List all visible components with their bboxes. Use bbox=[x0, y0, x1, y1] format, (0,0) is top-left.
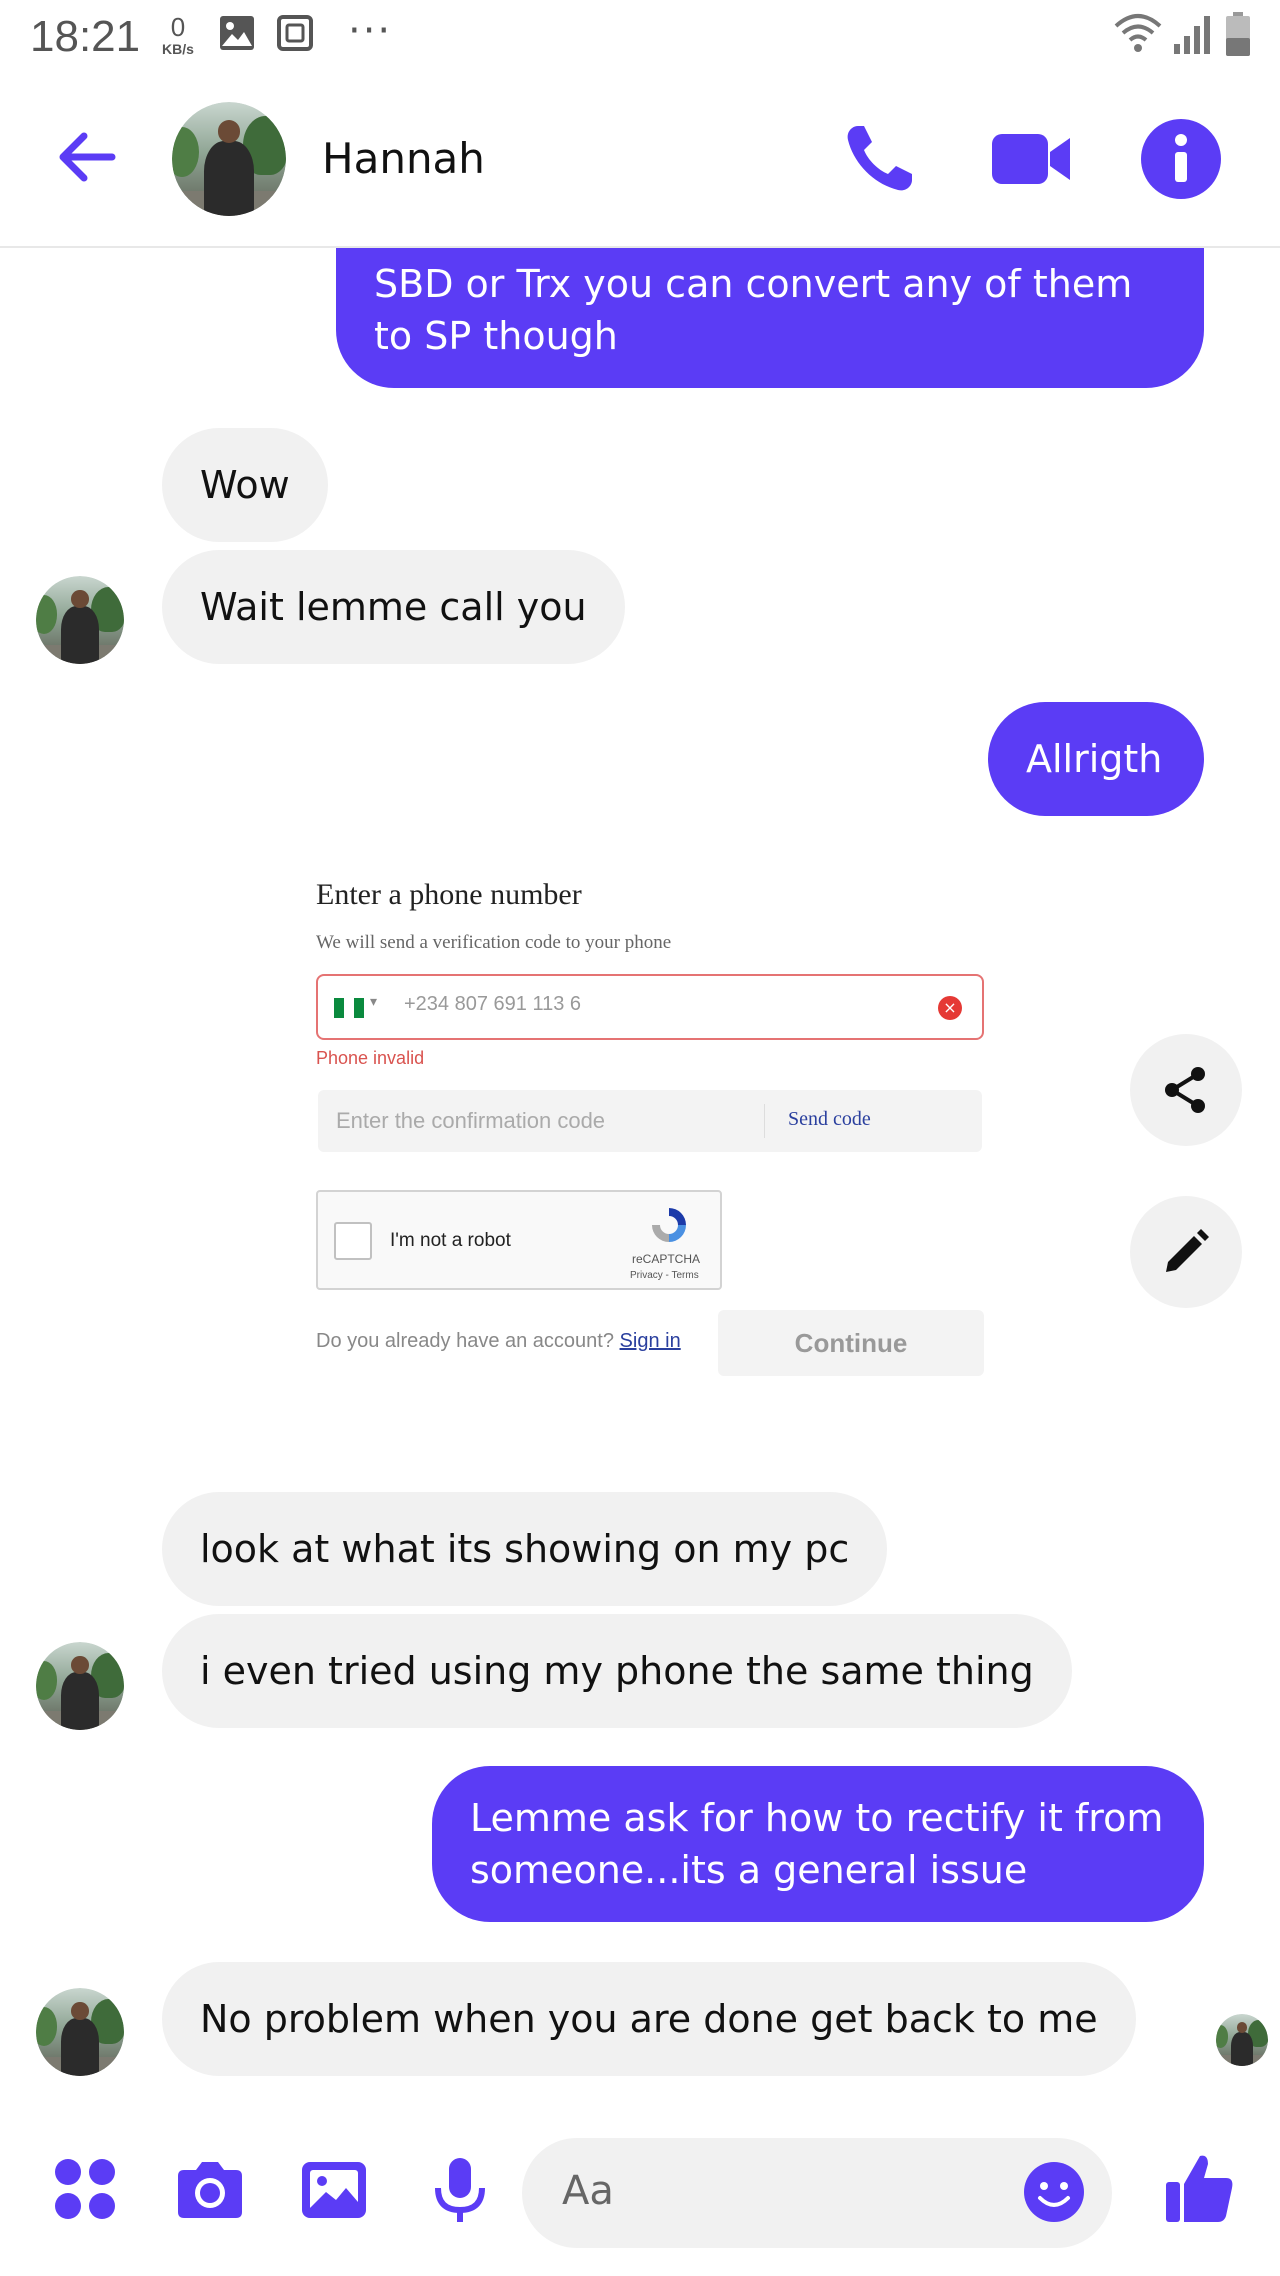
message-incoming[interactable]: Wait lemme call you bbox=[162, 550, 625, 664]
message-incoming[interactable]: No problem when you are done get back to… bbox=[162, 1962, 1136, 2076]
net-speed-value: 0 bbox=[170, 12, 186, 42]
shot-recaptcha: I'm not a robot reCAPTCHA Privacy - Term… bbox=[316, 1190, 722, 1290]
share-button[interactable] bbox=[1130, 1034, 1242, 1146]
chevron-down-icon: ▾ bbox=[370, 995, 378, 1010]
gallery-notification-icon bbox=[220, 16, 254, 50]
account-prompt-text: Do you already have an account? bbox=[316, 1330, 614, 1352]
thumbs-up-icon[interactable] bbox=[1162, 2150, 1238, 2226]
edit-button[interactable] bbox=[1130, 1196, 1242, 1308]
sender-avatar[interactable] bbox=[36, 1988, 124, 2076]
sender-avatar[interactable] bbox=[36, 576, 124, 664]
net-speed-unit: KB/s bbox=[162, 41, 194, 57]
net-speed: 0 KB/s bbox=[152, 14, 204, 56]
divider bbox=[764, 1104, 765, 1138]
sender-avatar[interactable] bbox=[36, 1642, 124, 1730]
screenshot-notification-icon bbox=[277, 15, 313, 51]
shot-phone-field: ▾ +234 807 691 113 6 × bbox=[316, 974, 984, 1040]
shot-account-prompt: Do you already have an account? Sign in bbox=[316, 1330, 681, 1353]
chat-header: Hannah bbox=[0, 72, 1280, 248]
share-icon bbox=[1165, 1067, 1205, 1113]
message-outgoing[interactable]: Lemme ask for how to rectify it from som… bbox=[432, 1766, 1204, 1922]
captcha-label: I'm not a robot bbox=[390, 1230, 511, 1251]
message-incoming[interactable]: look at what its showing on my pc bbox=[162, 1492, 888, 1606]
contact-name[interactable]: Hannah bbox=[322, 134, 485, 183]
clear-icon: × bbox=[938, 996, 962, 1020]
message-input[interactable]: Aa bbox=[522, 2138, 1112, 2248]
microphone-icon[interactable] bbox=[424, 2154, 496, 2226]
status-time: 18:21 bbox=[30, 12, 141, 61]
captcha-brand: reCAPTCHA bbox=[632, 1252, 701, 1266]
shot-error-text: Phone invalid bbox=[316, 1048, 425, 1068]
message-outgoing[interactable]: Allrigth bbox=[988, 702, 1204, 816]
status-bar: 18:21 0 KB/s ··· bbox=[0, 0, 1280, 72]
signal-icon bbox=[1174, 16, 1210, 54]
battery-icon bbox=[1226, 12, 1250, 56]
message-incoming[interactable]: Wow bbox=[162, 428, 328, 542]
gallery-icon[interactable] bbox=[298, 2154, 370, 2226]
shot-phone-value: +234 807 691 113 6 bbox=[404, 993, 582, 1015]
emoji-icon[interactable] bbox=[1022, 2160, 1086, 2224]
shot-send-code: Send code bbox=[788, 1108, 871, 1130]
shot-title: Enter a phone number bbox=[316, 878, 582, 911]
recaptcha-logo-icon bbox=[652, 1208, 686, 1242]
phone-icon[interactable] bbox=[836, 116, 922, 202]
shot-continue-button: Continue bbox=[718, 1310, 984, 1376]
read-receipt-avatar bbox=[1216, 2014, 1268, 2066]
captcha-checkbox bbox=[334, 1222, 372, 1260]
nigeria-flag-icon bbox=[334, 998, 364, 1018]
shot-code-field: Enter the confirmation code Send code bbox=[318, 1090, 982, 1152]
back-arrow-icon[interactable] bbox=[52, 122, 122, 192]
shot-code-placeholder: Enter the confirmation code bbox=[336, 1108, 606, 1133]
contact-avatar[interactable] bbox=[172, 102, 286, 216]
message-incoming[interactable]: i even tried using my phone the same thi… bbox=[162, 1614, 1072, 1728]
status-overflow-icon: ··· bbox=[348, 8, 393, 54]
shared-screenshot-image[interactable]: Enter a phone number We will send a veri… bbox=[300, 860, 1000, 1390]
menu-dots-icon[interactable] bbox=[50, 2154, 122, 2226]
info-icon[interactable] bbox=[1138, 116, 1224, 202]
camera-icon[interactable] bbox=[174, 2154, 246, 2226]
wifi-icon bbox=[1114, 14, 1162, 52]
captcha-links: Privacy - Terms bbox=[630, 1270, 699, 1281]
pencil-icon bbox=[1166, 1229, 1209, 1272]
video-icon[interactable] bbox=[988, 116, 1074, 202]
shot-sign-in-link: Sign in bbox=[619, 1330, 681, 1352]
shot-subtitle: We will send a verification code to your… bbox=[316, 932, 672, 953]
message-composer: Aa bbox=[0, 2110, 1280, 2276]
message-input-placeholder: Aa bbox=[562, 2168, 614, 2214]
